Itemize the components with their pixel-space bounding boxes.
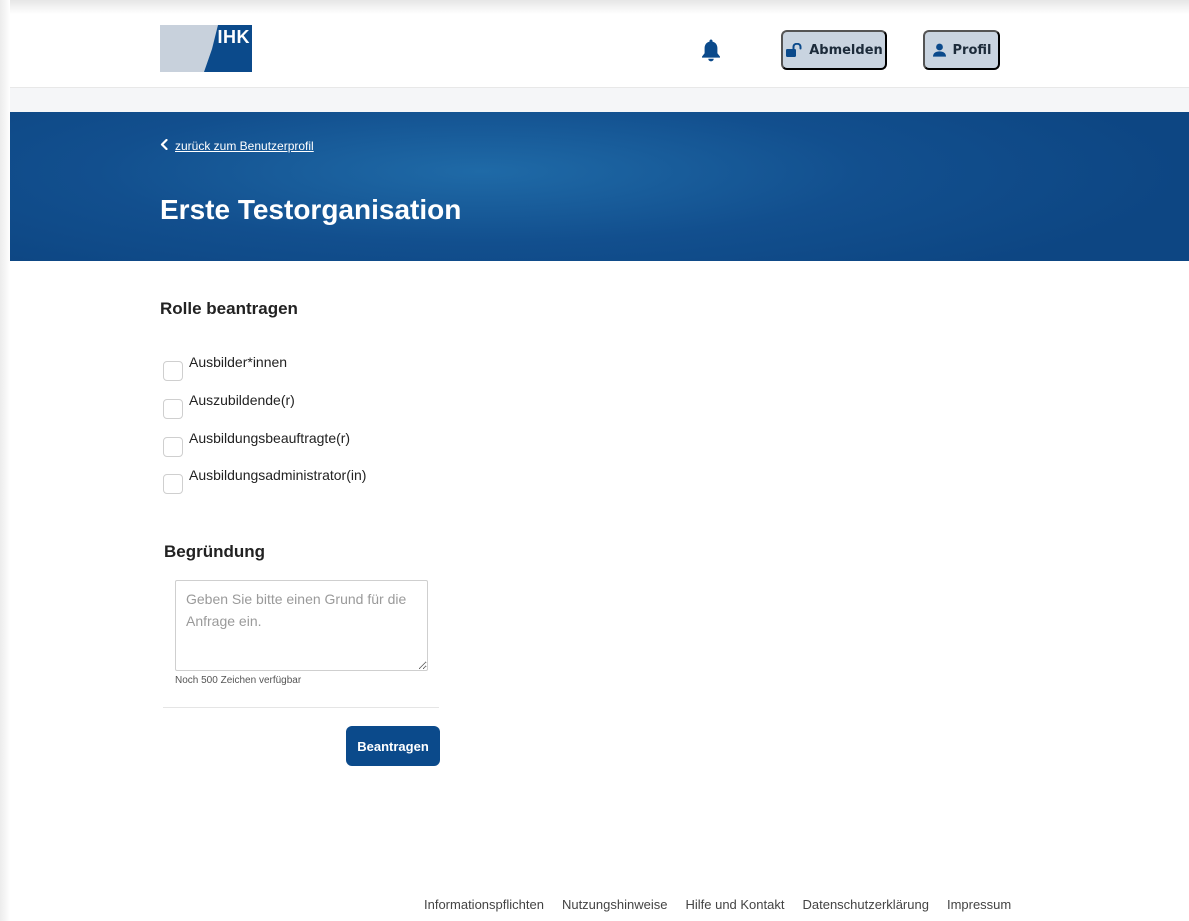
- profile-label: Profil: [952, 42, 992, 58]
- reason-textarea[interactable]: [175, 580, 428, 671]
- submit-request-button[interactable]: Beantragen: [346, 726, 440, 766]
- footer-link-nutzungshinweise[interactable]: Nutzungshinweise: [562, 897, 668, 912]
- chevron-left-icon: [160, 138, 168, 153]
- role-checkbox[interactable]: [163, 399, 183, 419]
- logout-button[interactable]: Abmelden: [781, 30, 887, 70]
- form-divider: [163, 707, 439, 708]
- window-shadow-top: [0, 0, 1189, 14]
- footer-links: Informationspflichten Nutzungshinweise H…: [424, 897, 1011, 912]
- role-checkbox[interactable]: [163, 474, 183, 494]
- unlock-icon: [785, 43, 803, 57]
- role-label: Ausbildungsadministrator(in): [189, 467, 367, 483]
- back-to-profile-link[interactable]: zurück zum Benutzerprofil: [160, 138, 314, 153]
- logout-label: Abmelden: [809, 42, 883, 58]
- back-link-label: zurück zum Benutzerprofil: [175, 139, 314, 153]
- role-label: Ausbilder*innen: [189, 354, 288, 370]
- role-label: Auszubildende(r): [189, 392, 295, 408]
- reason-section-title: Begründung: [164, 542, 266, 561]
- bell-icon[interactable]: [701, 38, 721, 62]
- footer-link-datenschutz[interactable]: Datenschutzerklärung: [802, 897, 928, 912]
- page: IHK Abmelden Profil zurück zum Benutzerp…: [10, 14, 1189, 921]
- footer-link-informationspflichten[interactable]: Informationspflichten: [424, 897, 544, 912]
- page-title: Erste Testorganisation: [160, 194, 462, 225]
- org-banner: zurück zum Benutzerprofil Erste Testorga…: [10, 112, 1189, 261]
- footer-link-hilfe-kontakt[interactable]: Hilfe und Kontakt: [685, 897, 784, 912]
- profile-button[interactable]: Profil: [923, 30, 1000, 70]
- window-shadow-left: [0, 0, 10, 921]
- user-icon: [932, 43, 947, 57]
- header-subbar: [10, 88, 1189, 112]
- character-counter: Noch 500 Zeichen verfügbar: [175, 675, 302, 686]
- role-checkbox[interactable]: [163, 361, 183, 381]
- footer-link-impressum[interactable]: Impressum: [947, 897, 1011, 912]
- role-checkbox[interactable]: [163, 437, 183, 457]
- logo-text: IHK: [217, 27, 250, 47]
- ihk-logo[interactable]: IHK: [160, 25, 252, 72]
- role-section-title: Rolle beantragen: [160, 299, 298, 318]
- role-label: Ausbildungsbeauftragte(r): [189, 430, 351, 446]
- top-header: IHK Abmelden Profil: [10, 14, 1189, 88]
